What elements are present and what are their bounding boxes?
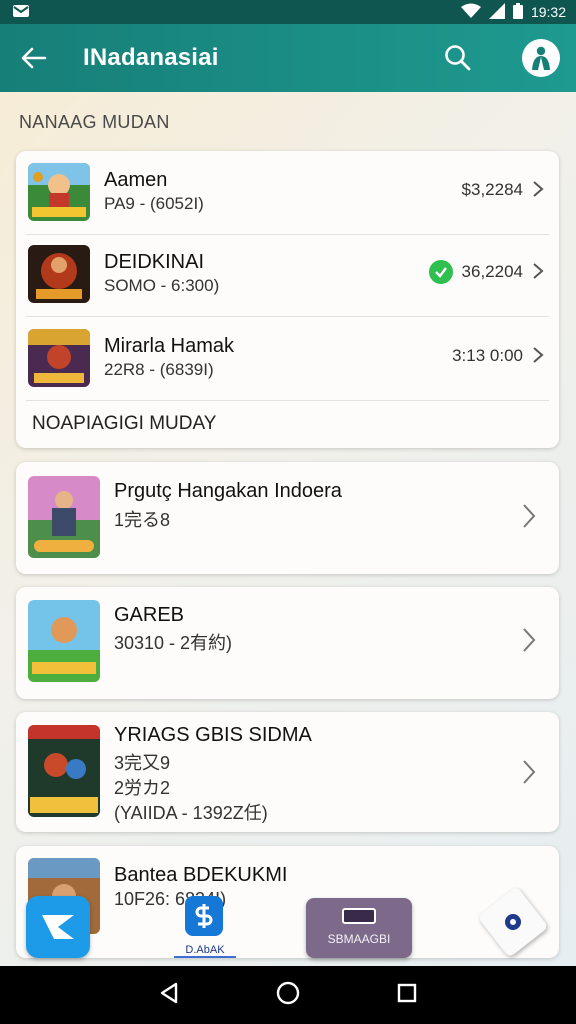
- status-time: 19:32: [530, 4, 566, 20]
- card-title: GAREB: [114, 604, 185, 626]
- search-button[interactable]: [440, 40, 476, 76]
- card-detail: (YAIIDA - 1392Z任): [114, 803, 268, 823]
- store-label: SBMAAGBI: [327, 932, 391, 946]
- game-thumbnail: [28, 163, 90, 221]
- game-thumbnail: [28, 600, 100, 682]
- sub-section-header: NOAPIAGIGI MUDAY: [32, 413, 217, 434]
- dashboard-label: D.AbAK: [174, 944, 236, 958]
- card-title: Prgutç Hangakan Indoera: [114, 480, 342, 502]
- share-button[interactable]: [26, 896, 90, 958]
- item-name: Mirarla Hamak: [104, 335, 235, 357]
- signal-icon: [488, 2, 505, 22]
- chevron-right-icon: [523, 760, 536, 784]
- item-name: DEIDKINAI: [104, 251, 205, 273]
- item-subtitle: PA9 - (6052I): [104, 194, 204, 213]
- item-price: 3:13 0:00: [452, 346, 523, 365]
- nav-recents-button[interactable]: [396, 982, 418, 1009]
- card-title: Bantea BDEKUKMI: [114, 864, 288, 886]
- circle-home-icon: [276, 981, 300, 1004]
- search-icon: [445, 45, 471, 71]
- item-price: 36,2204: [461, 262, 523, 281]
- list-item[interactable]: Aamen PA9 - (6052I) $3,2284: [16, 153, 559, 235]
- game-thumbnail: [28, 476, 100, 558]
- square-recents-icon: [398, 983, 417, 1002]
- list-item[interactable]: DEIDKINAI SOMO - 6:300) 36,2204: [16, 235, 559, 317]
- device-icon: [342, 908, 376, 924]
- chevron-right-icon: [523, 628, 536, 652]
- list-item[interactable]: Mirarla Hamak 22R8 - (6839I) 3:13 0:00: [16, 319, 559, 401]
- app-bar: INadanasiai: [0, 24, 576, 92]
- chevron-right-icon: [533, 347, 544, 363]
- dashboard-button[interactable]: D.AbAK: [174, 894, 236, 962]
- dollar-icon: [185, 896, 223, 936]
- chevron-right-icon: [533, 263, 544, 279]
- section-header: NANAAG MUDAN: [19, 112, 170, 132]
- game-thumbnail: [28, 245, 90, 303]
- floating-actions: D.AbAK SBMAAGBI: [0, 886, 576, 966]
- game-thumbnail: [28, 725, 100, 817]
- game-card[interactable]: GAREB 30310 - 2有約): [16, 587, 559, 699]
- account-button[interactable]: [522, 39, 560, 77]
- card-detail: 2労カ2: [114, 778, 171, 798]
- page-title: INadanasiai: [83, 44, 219, 71]
- card-detail: 1完る8: [114, 510, 171, 530]
- status-bar: 19:32: [0, 0, 576, 24]
- arrow-left-icon: [21, 47, 47, 69]
- store-button[interactable]: SBMAAGBI: [306, 898, 412, 958]
- divider: [26, 316, 549, 317]
- send-icon: [42, 915, 74, 939]
- card-detail: 30310 - 2有約): [114, 633, 233, 653]
- chevron-right-icon: [523, 504, 536, 528]
- item-price: $3,2284: [461, 180, 523, 199]
- game-card[interactable]: YRIAGS GBIS SIDMA 3完又9 2労カ2 (YAIIDA - 13…: [16, 712, 559, 832]
- battery-icon: [512, 2, 523, 22]
- item-subtitle: SOMO - 6:300): [104, 276, 220, 295]
- leaderboard-card: Aamen PA9 - (6052I) $3,2284 DEIDKINAI SO…: [16, 151, 559, 448]
- notification-icon: [12, 3, 30, 22]
- verified-check-icon: [429, 260, 453, 284]
- system-nav-bar: [0, 966, 576, 1024]
- item-subtitle: 22R8 - (6839I): [104, 360, 214, 379]
- wifi-icon: [460, 3, 481, 22]
- person-icon: [532, 46, 550, 70]
- triangle-back-icon: [160, 982, 177, 1003]
- item-name: Aamen: [104, 169, 168, 191]
- chevron-right-icon: [533, 181, 544, 197]
- ticket-icon: [505, 914, 521, 930]
- back-button[interactable]: [0, 24, 66, 92]
- game-card[interactable]: Prgutç Hangakan Indoera 1完る8: [16, 462, 559, 574]
- nav-home-button[interactable]: [275, 980, 301, 1011]
- nav-back-button[interactable]: [158, 981, 180, 1010]
- ticket-button[interactable]: [477, 886, 549, 958]
- game-thumbnail: [28, 329, 90, 387]
- divider: [26, 400, 549, 401]
- card-detail: 3完又9: [114, 753, 171, 773]
- card-title: YRIAGS GBIS SIDMA: [114, 724, 312, 746]
